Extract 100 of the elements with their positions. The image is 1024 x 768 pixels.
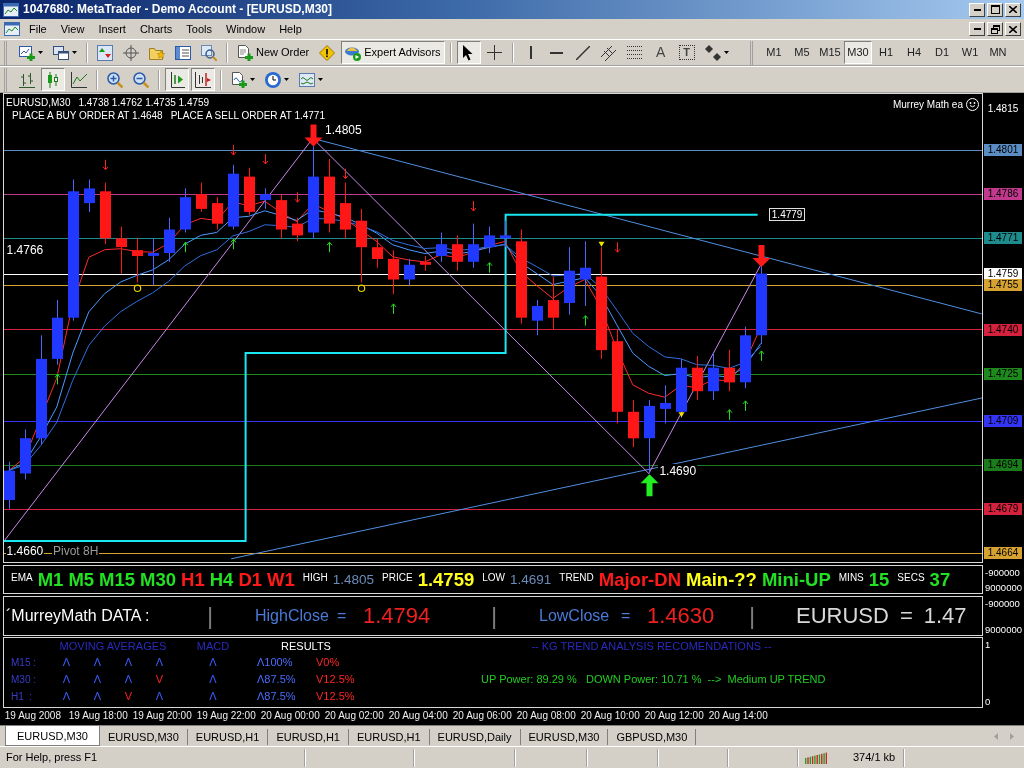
trend-summary: UP Power: 89.29 % DOWN Power: 10.71 % --> Medium UP TREND [480, 673, 827, 686]
indicator-caption: EMA [11, 572, 33, 584]
menu-item[interactable]: File [22, 21, 54, 37]
trend-glyph: Λ [208, 690, 218, 703]
close-button[interactable] [1005, 22, 1021, 36]
price-tag: 1.4740 [984, 323, 1022, 336]
divider-glyph: | [491, 602, 499, 630]
line-chart-icon [71, 71, 87, 88]
text-label-button[interactable]: T [674, 41, 699, 64]
scale-label: 9000000 [985, 624, 1022, 635]
trend-glyph: Λ [208, 656, 218, 669]
new-order-button[interactable]: New Order [233, 41, 314, 64]
price-tag: 1.4694 [984, 458, 1022, 471]
chart-tab[interactable]: EURUSD,M30 [5, 726, 100, 746]
chart-tab[interactable]: EURUSD,M30 [99, 729, 188, 745]
signal-value: M1 [37, 568, 64, 591]
diagonal-line-icon [575, 45, 590, 60]
chart-tab[interactable]: EURUSD,Daily [429, 729, 521, 745]
document-plus-icon [237, 44, 253, 61]
chart-symbol: EURUSD,M30 [6, 96, 71, 109]
trend-glyph: Λ [61, 673, 72, 686]
chart-tab[interactable]: EURUSD,H1 [187, 729, 269, 745]
chart-tab[interactable]: GBPUSD,M30 [608, 729, 697, 745]
trend-glyph: Λ [92, 673, 103, 686]
price-tag: 1.4664 [984, 546, 1022, 559]
panel-title: ´MurreyMath DATA : [5, 606, 151, 626]
minimize-icon [973, 8, 981, 11]
trend-glyph: V [123, 690, 134, 703]
time-label: 19 Aug 22:00 [196, 710, 256, 722]
price-tag: 1.4801 [984, 144, 1022, 157]
close-icon [1009, 6, 1017, 13]
chart-tab[interactable]: EURUSD,M30 [520, 729, 609, 745]
minimize-button[interactable] [969, 2, 985, 17]
price-tag: 1.4786 [984, 188, 1022, 201]
field-label: EURUSD [796, 602, 889, 630]
timeframe-button[interactable]: M30 [844, 41, 872, 64]
up-share: Λ100% [256, 656, 294, 669]
timeframe-button[interactable]: D1 [928, 41, 956, 64]
menu-item[interactable]: Help [272, 21, 309, 37]
signal-value: Mini-UP [761, 568, 831, 591]
timeframe-button[interactable]: H1 [872, 41, 900, 64]
indicator-caption: TREND [559, 572, 594, 584]
order-message: PLACE A SELL ORDER AT 1.4771 [170, 109, 325, 122]
time-label: 20 Aug 14:00 [708, 710, 768, 722]
timeframe-button[interactable]: M5 [788, 41, 816, 64]
text-button[interactable]: A [648, 41, 673, 64]
timeframe-button[interactable]: M15 [816, 41, 844, 64]
candlestick-icon [46, 71, 60, 88]
menu-item[interactable]: Insert [91, 21, 133, 37]
indicator-caption: SECS [897, 572, 925, 584]
arrows-window-icon [97, 44, 113, 61]
time-label: 19 Aug 2008 [4, 710, 61, 722]
menu-item[interactable]: Tools [179, 21, 219, 37]
auto-scroll-button[interactable] [165, 68, 189, 91]
signal-value: M5 [68, 568, 95, 591]
zoom-out-icon [133, 71, 149, 88]
minimize-button[interactable] [969, 22, 985, 36]
signal-value: Main-?? [686, 568, 757, 591]
restore-button[interactable] [987, 22, 1003, 36]
windows-icon [53, 44, 69, 61]
signal-value: W1 [267, 568, 295, 591]
menu-item[interactable]: Window [219, 21, 273, 37]
scale-label: 9000000 [985, 582, 1022, 593]
indicator-caption: LOW [482, 572, 506, 584]
dotted-lines-icon [626, 46, 643, 59]
timeframe-button[interactable]: W1 [956, 41, 984, 64]
chart-shift-button[interactable] [191, 68, 215, 91]
expert-name: Murrey Math ea [892, 98, 963, 111]
maximize-button[interactable] [987, 2, 1003, 17]
up-share: Λ87.5% [256, 673, 297, 686]
timeframe-button[interactable]: H4 [900, 41, 928, 64]
cursor-button[interactable] [456, 41, 481, 64]
chart-plus-icon [19, 44, 35, 61]
down-share: V0% [315, 656, 341, 669]
field-value: 1.4630 [647, 602, 715, 630]
up-share: Λ87.5% [256, 690, 297, 703]
column-heading: RESULTS [280, 639, 332, 653]
equals-sign: = [899, 602, 913, 630]
price-value: 1.4805 [332, 571, 375, 588]
menu-item[interactable]: View [53, 21, 92, 37]
time-label: 19 Aug 20:00 [132, 710, 192, 722]
price-tag: 1.4725 [984, 367, 1022, 380]
list-window-icon [175, 44, 191, 61]
signal-bars-icon [805, 751, 827, 764]
expert-advisors-button[interactable]: Expert Advisors [341, 41, 445, 64]
candlesticks-button[interactable] [41, 68, 65, 91]
trend-glyph: Λ [208, 673, 218, 686]
timeframe-button[interactable]: M1 [760, 41, 788, 64]
column-heading: MACD [195, 639, 231, 653]
close-button[interactable] [1005, 2, 1021, 17]
price-label: 1.4815 [986, 103, 1020, 115]
signal-value: 1.4759 [417, 568, 475, 591]
signal-value: M15 [99, 568, 136, 591]
menu-item[interactable]: Charts [132, 21, 180, 37]
bar-chart-icon [19, 71, 35, 88]
chart-tab[interactable]: EURUSD,H1 [268, 729, 349, 745]
signal-value: H1 [181, 568, 205, 591]
timeframe-button[interactable]: MN [984, 41, 1012, 64]
chart-tab[interactable]: EURUSD,H1 [348, 729, 430, 745]
hatched-lines-icon [600, 44, 617, 61]
